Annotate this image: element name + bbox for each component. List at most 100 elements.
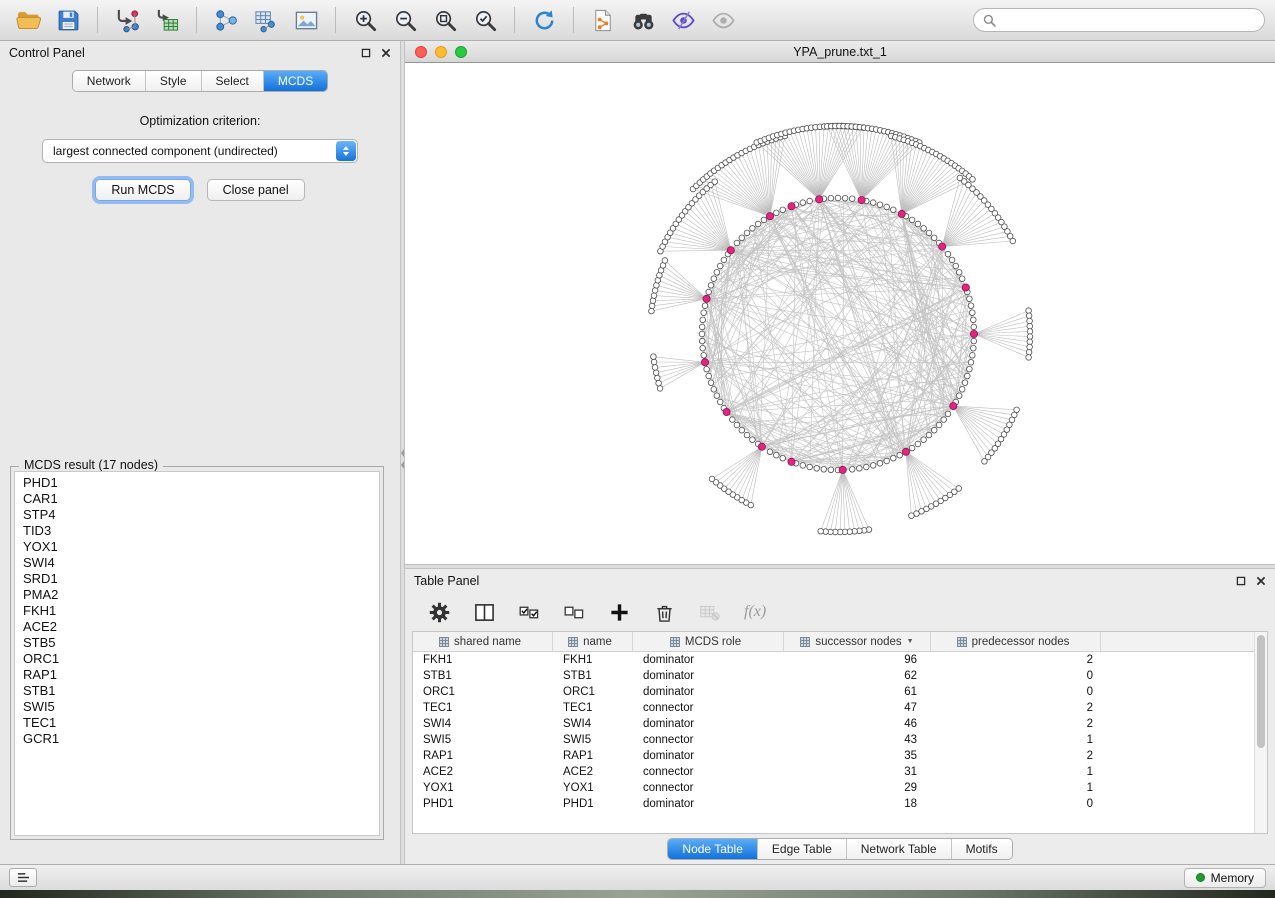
mcds-result-node[interactable]: PMA2 bbox=[15, 587, 379, 603]
splitter-collapse-icon[interactable] bbox=[401, 449, 404, 469]
control-panel-tab[interactable]: Select bbox=[202, 71, 264, 91]
mcds-result-node[interactable]: TEC1 bbox=[15, 715, 379, 731]
cell-successor-nodes[interactable]: 18 bbox=[784, 798, 931, 810]
zoom-in-button[interactable] bbox=[347, 4, 383, 36]
import-network-button[interactable] bbox=[109, 4, 145, 36]
cell-name[interactable]: FKH1 bbox=[553, 654, 633, 666]
cell-predecessor-nodes[interactable]: 1 bbox=[931, 766, 1101, 778]
cell-mcds-role[interactable]: connector bbox=[633, 766, 784, 778]
cell-successor-nodes[interactable]: 31 bbox=[784, 766, 931, 778]
cell-successor-nodes[interactable]: 61 bbox=[784, 686, 931, 698]
cell-predecessor-nodes[interactable]: 2 bbox=[931, 702, 1101, 714]
mcds-result-node[interactable]: YOX1 bbox=[15, 539, 379, 555]
cell-successor-nodes[interactable]: 47 bbox=[784, 702, 931, 714]
mcds-result-node[interactable]: ORC1 bbox=[15, 651, 379, 667]
cell-name[interactable]: TEC1 bbox=[553, 702, 633, 714]
close-panel-icon[interactable] bbox=[1256, 576, 1266, 586]
cell-mcds-role[interactable]: dominator bbox=[633, 718, 784, 730]
mcds-result-node[interactable]: SWI5 bbox=[15, 699, 379, 715]
cell-mcds-role[interactable]: connector bbox=[633, 702, 784, 714]
table-row[interactable]: ORC1 ORC1 dominator 61 0 bbox=[413, 684, 1254, 700]
table-row[interactable]: ACE2 ACE2 connector 31 1 bbox=[413, 764, 1254, 780]
cell-shared-name[interactable]: FKH1 bbox=[413, 654, 553, 666]
mcds-result-node[interactable]: SRD1 bbox=[15, 571, 379, 587]
mcds-result-node[interactable]: FKH1 bbox=[15, 603, 379, 619]
network-from-table-button[interactable] bbox=[248, 4, 284, 36]
cell-successor-nodes[interactable]: 43 bbox=[784, 734, 931, 746]
mcds-result-node[interactable]: TID3 bbox=[15, 523, 379, 539]
zoom-selected-button[interactable] bbox=[467, 4, 503, 36]
cell-name[interactable]: ACE2 bbox=[553, 766, 633, 778]
cell-shared-name[interactable]: RAP1 bbox=[413, 750, 553, 762]
mcds-result-node[interactable]: STB1 bbox=[15, 683, 379, 699]
zoom-window-button[interactable] bbox=[455, 46, 467, 58]
cell-shared-name[interactable]: SWI5 bbox=[413, 734, 553, 746]
column-header[interactable]: predecessor nodes bbox=[931, 632, 1101, 651]
mcds-result-node[interactable]: PHD1 bbox=[15, 475, 379, 491]
import-table-button[interactable] bbox=[149, 4, 185, 36]
cell-predecessor-nodes[interactable]: 0 bbox=[931, 670, 1101, 682]
cell-predecessor-nodes[interactable]: 2 bbox=[931, 750, 1101, 762]
mcds-result-node[interactable]: STB5 bbox=[15, 635, 379, 651]
add-column-icon[interactable] bbox=[609, 602, 630, 623]
select-all-rows-icon[interactable] bbox=[519, 602, 540, 623]
cell-mcds-role[interactable]: connector bbox=[633, 782, 784, 794]
cell-shared-name[interactable]: PHD1 bbox=[413, 798, 553, 810]
refresh-layout-button[interactable] bbox=[526, 4, 562, 36]
mcds-result-node[interactable]: SWI4 bbox=[15, 555, 379, 571]
close-panel-button[interactable]: Close panel bbox=[207, 179, 305, 201]
float-panel-icon[interactable] bbox=[361, 48, 371, 58]
cell-predecessor-nodes[interactable]: 2 bbox=[931, 718, 1101, 730]
control-panel-tab[interactable]: Style bbox=[146, 71, 202, 91]
table-row[interactable]: FKH1 FKH1 dominator 96 2 bbox=[413, 652, 1254, 668]
delete-icon[interactable] bbox=[654, 602, 675, 623]
cell-successor-nodes[interactable]: 62 bbox=[784, 670, 931, 682]
column-header[interactable]: MCDS role bbox=[633, 632, 784, 651]
cell-shared-name[interactable]: SWI4 bbox=[413, 718, 553, 730]
scrollbar-thumb[interactable] bbox=[1257, 635, 1265, 748]
show-hide-graphics-button[interactable] bbox=[705, 4, 741, 36]
show-columns-icon[interactable] bbox=[474, 602, 495, 623]
toolbar-search-box[interactable] bbox=[973, 8, 1265, 32]
annotate-view-button[interactable] bbox=[665, 4, 701, 36]
cell-name[interactable]: RAP1 bbox=[553, 750, 633, 762]
mcds-result-node[interactable]: CAR1 bbox=[15, 491, 379, 507]
table-tab[interactable]: Node Table bbox=[668, 839, 758, 859]
network-canvas[interactable] bbox=[405, 63, 1275, 564]
optimization-criterion-select[interactable]: largest connected component (undirected) bbox=[42, 139, 358, 163]
run-mcds-button[interactable]: Run MCDS bbox=[95, 179, 190, 201]
cell-predecessor-nodes[interactable]: 1 bbox=[931, 782, 1101, 794]
cell-name[interactable]: YOX1 bbox=[553, 782, 633, 794]
cell-mcds-role[interactable]: dominator bbox=[633, 798, 784, 810]
float-panel-icon[interactable] bbox=[1236, 576, 1246, 586]
table-tab[interactable]: Network Table bbox=[847, 839, 952, 859]
deselect-all-rows-icon[interactable] bbox=[564, 602, 585, 623]
cell-predecessor-nodes[interactable]: 0 bbox=[931, 686, 1101, 698]
mcds-result-node[interactable]: GCR1 bbox=[15, 731, 379, 747]
cell-successor-nodes[interactable]: 35 bbox=[784, 750, 931, 762]
cell-mcds-role[interactable]: connector bbox=[633, 734, 784, 746]
table-tab[interactable]: Motifs bbox=[952, 839, 1012, 859]
minimize-window-button[interactable] bbox=[435, 46, 447, 58]
column-header[interactable]: shared name bbox=[413, 632, 553, 651]
control-panel-tab[interactable]: Network bbox=[73, 71, 146, 91]
cell-shared-name[interactable]: TEC1 bbox=[413, 702, 553, 714]
table-row[interactable]: TEC1 TEC1 connector 47 2 bbox=[413, 700, 1254, 716]
cell-name[interactable]: STB1 bbox=[553, 670, 633, 682]
close-panel-icon[interactable] bbox=[381, 48, 391, 58]
search-input[interactable] bbox=[1002, 13, 1255, 27]
cell-predecessor-nodes[interactable]: 0 bbox=[931, 798, 1101, 810]
close-window-button[interactable] bbox=[415, 46, 427, 58]
cell-name[interactable]: SWI4 bbox=[553, 718, 633, 730]
memory-button[interactable]: Memory bbox=[1184, 868, 1266, 888]
export-image-button[interactable] bbox=[288, 4, 324, 36]
table-tab[interactable]: Edge Table bbox=[758, 839, 847, 859]
function-builder-icon[interactable]: f(x) bbox=[744, 603, 766, 621]
cell-name[interactable]: ORC1 bbox=[553, 686, 633, 698]
mcds-result-node[interactable]: RAP1 bbox=[15, 667, 379, 683]
table-row[interactable]: STB1 STB1 dominator 62 0 bbox=[413, 668, 1254, 684]
cell-mcds-role[interactable]: dominator bbox=[633, 670, 784, 682]
new-network-button[interactable] bbox=[208, 4, 244, 36]
table-row[interactable]: YOX1 YOX1 connector 29 1 bbox=[413, 780, 1254, 796]
cell-name[interactable]: PHD1 bbox=[553, 798, 633, 810]
